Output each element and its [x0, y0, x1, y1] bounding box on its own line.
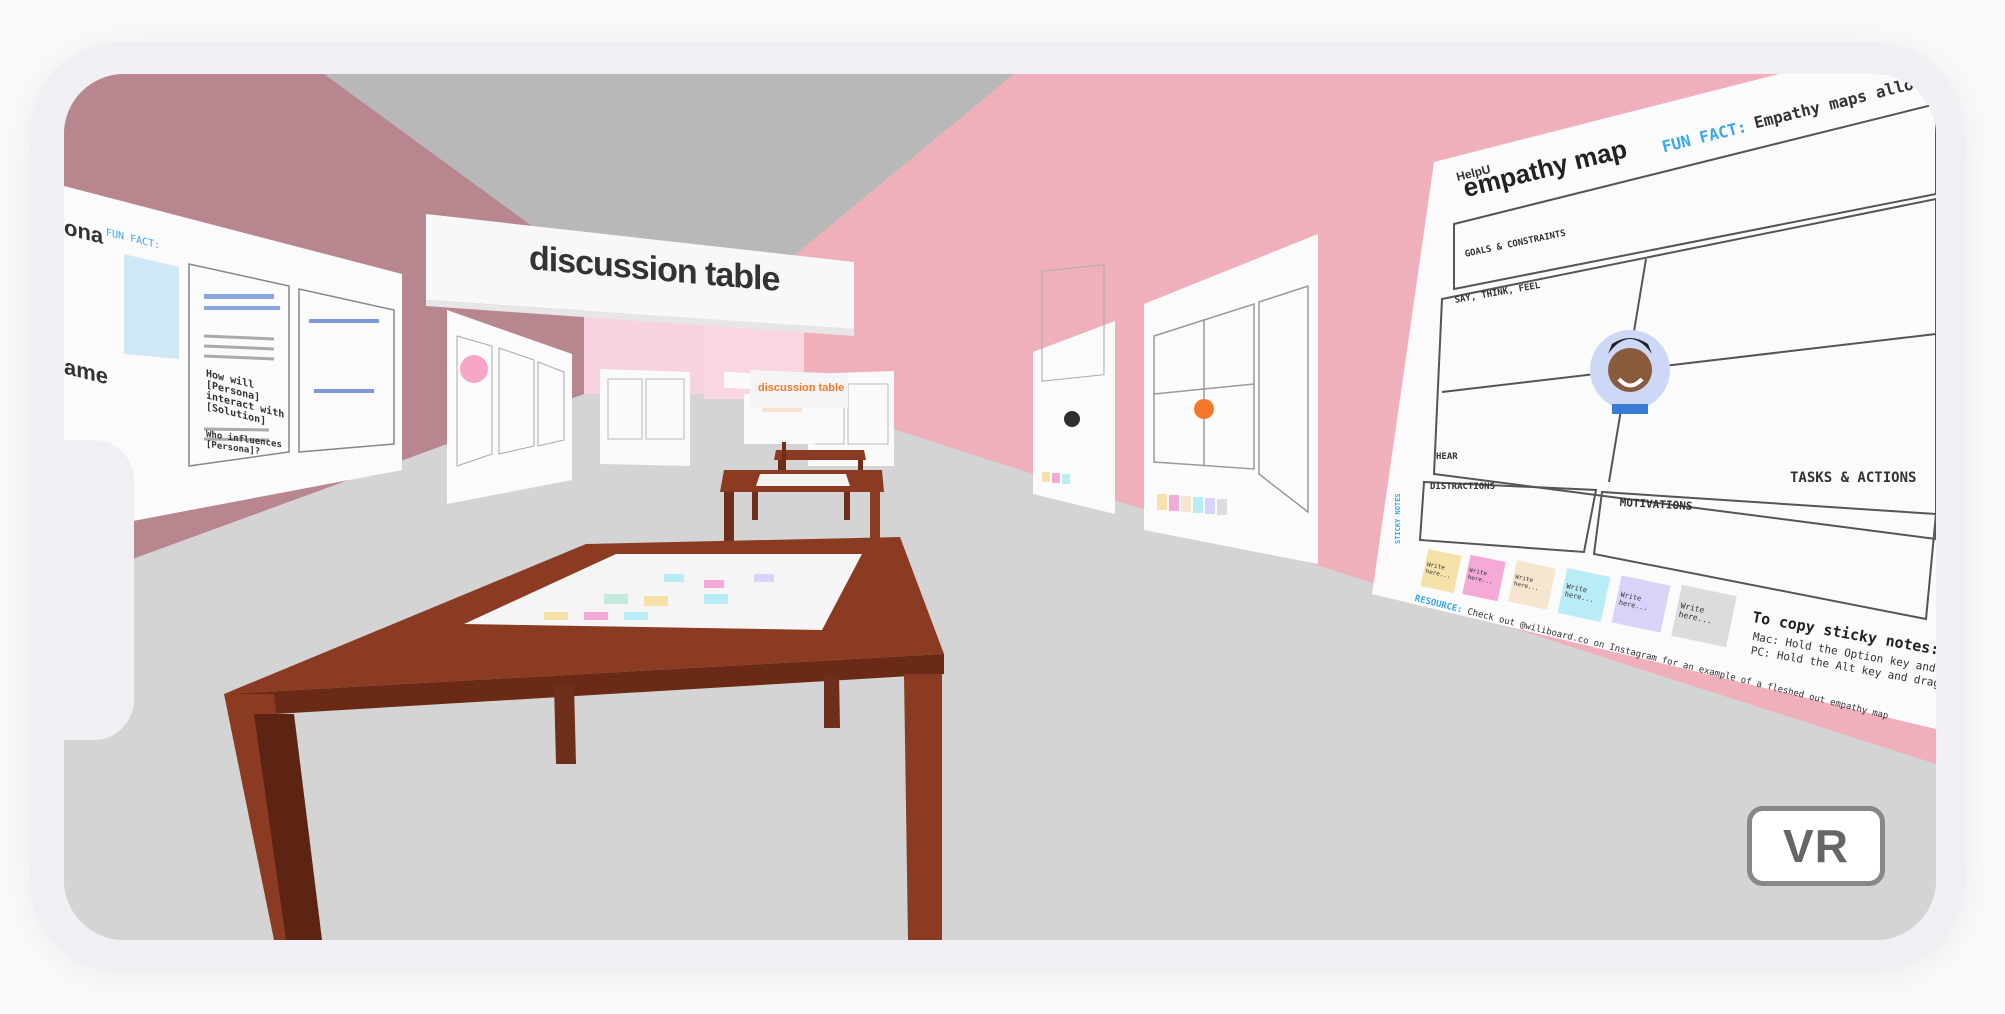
vr-scene-viewport[interactable]: discussion table discussion table ona FU… [64, 74, 1936, 940]
sticky-note-4[interactable]: Write here... [1557, 567, 1611, 623]
section-sticky-notes: STICKY NOTES [1394, 493, 1402, 544]
sticky-note-6[interactable]: Write here... [1671, 584, 1737, 648]
sticky-note-3[interactable]: Write here... [1508, 560, 1556, 610]
far-board-left [600, 369, 690, 466]
section-hear: HEAR [1436, 452, 1458, 462]
discussion-banner-far-title: discussion table [758, 382, 845, 394]
frame-notch [64, 440, 134, 740]
section-tasks-actions: TASKS & ACTIONS [1790, 470, 1917, 486]
vr-mode-button[interactable]: VR [1747, 806, 1885, 886]
sticky-note-5[interactable]: Write here... [1611, 575, 1671, 633]
section-distractions: DISTRACTIONS [1430, 482, 1496, 492]
